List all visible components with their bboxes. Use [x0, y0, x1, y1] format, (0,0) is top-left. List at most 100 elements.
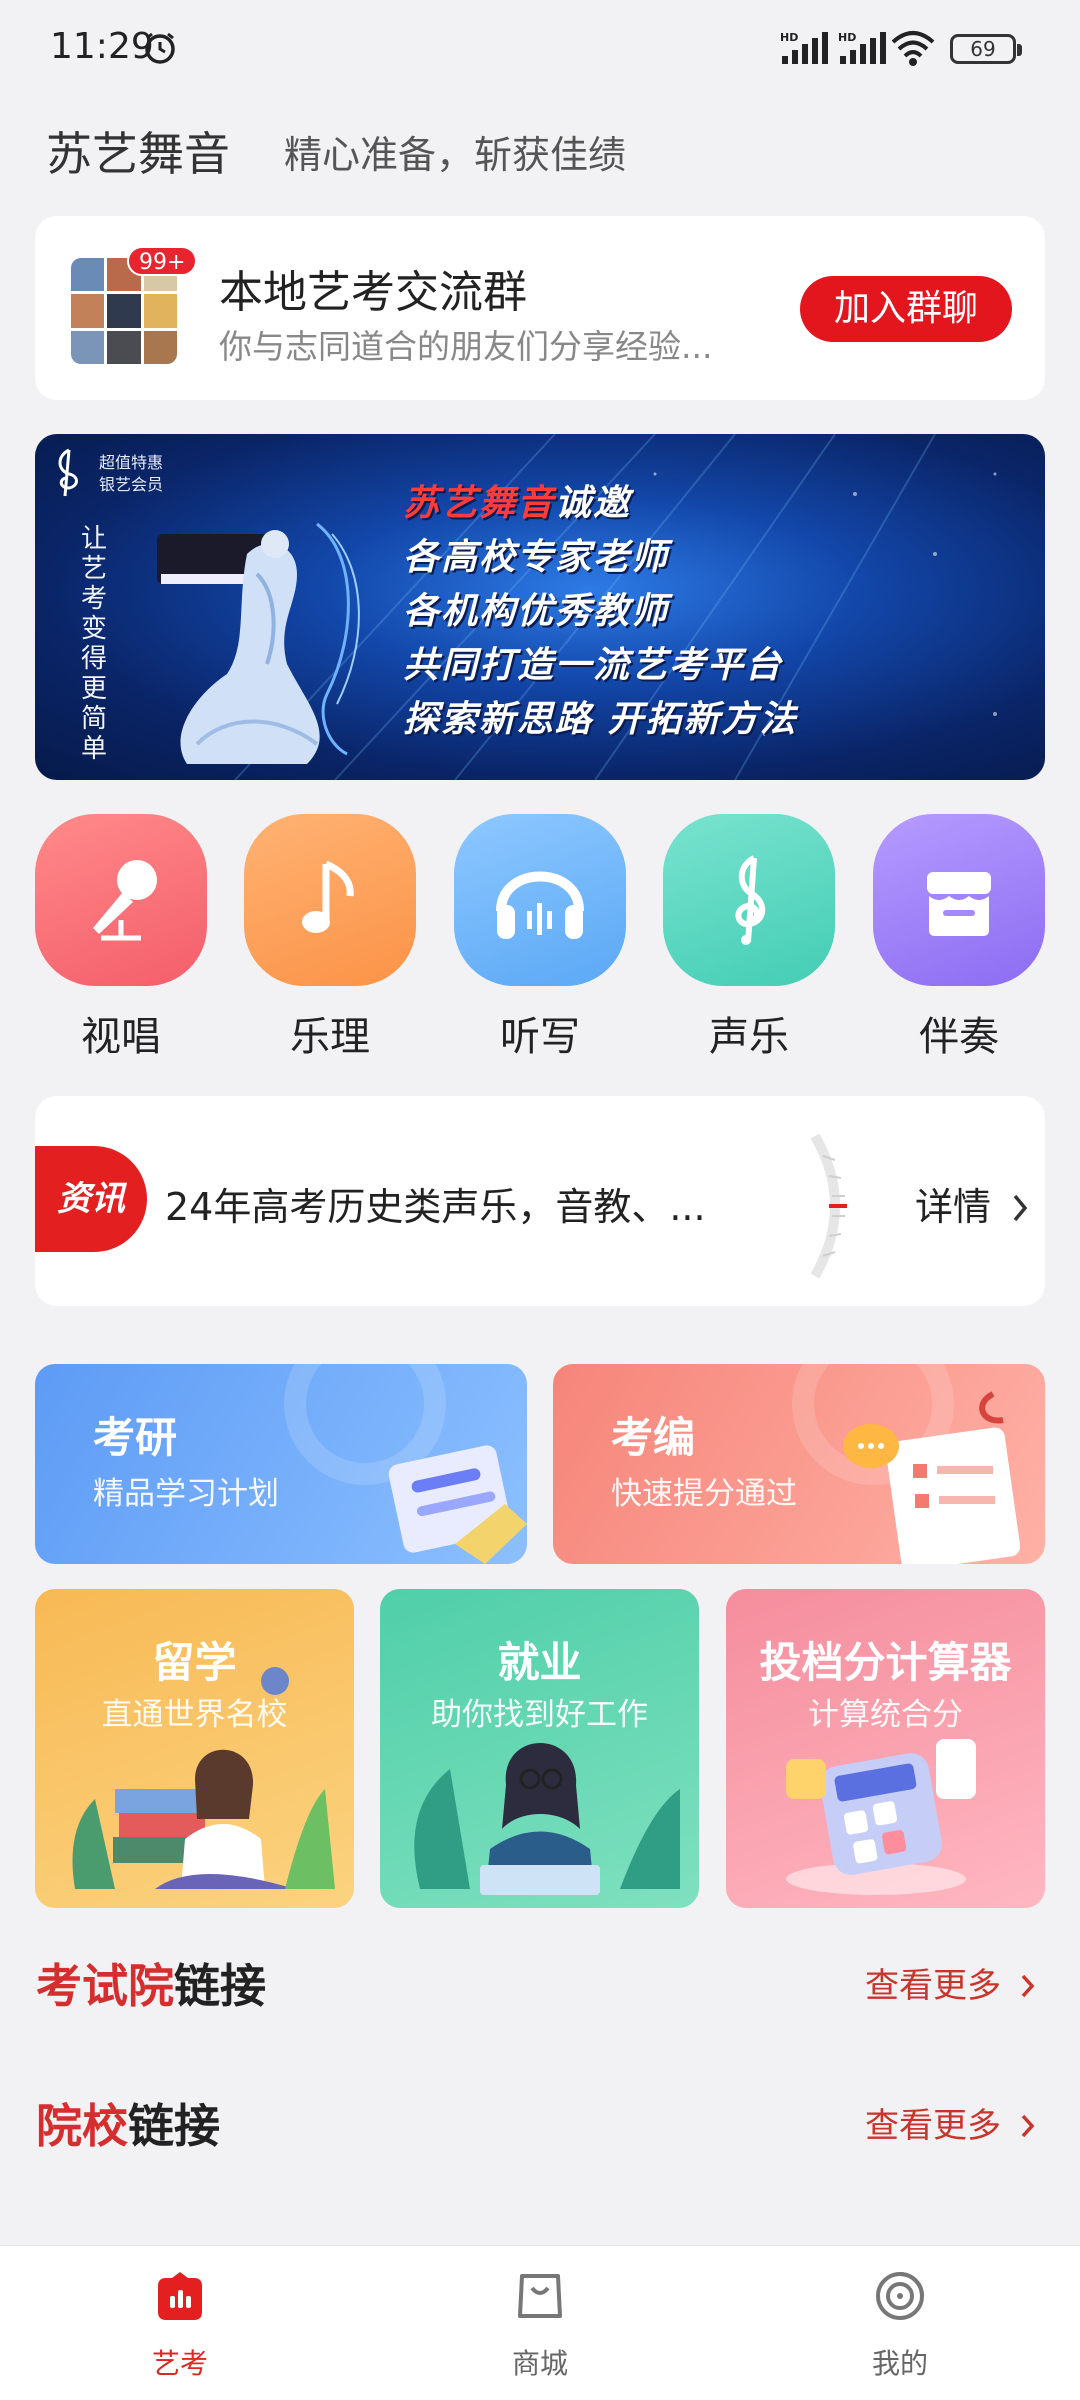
feature-icon-bg [873, 814, 1045, 986]
school-links-title: 院校链接 [36, 2090, 220, 2156]
group-subtitle: 你与志同道合的朋友们分享经验... [219, 327, 713, 366]
promo-subtitle: 快速提分通过 [611, 1476, 797, 1512]
banner-promo-line1: 超值特惠 [99, 453, 164, 472]
feature-dictation[interactable]: 听写 [454, 814, 626, 1062]
news-tag: 资讯 [35, 1146, 147, 1252]
banner-line-1: 苏艺舞音诚邀 [403, 474, 631, 526]
nav-tab-art-exam[interactable]: 艺考 [80, 2268, 280, 2382]
feature-music-theory[interactable]: 乐理 [244, 814, 416, 1062]
feature-accompaniment[interactable]: 伴奏 [873, 814, 1045, 1062]
promo-card-study-abroad[interactable]: 留学 直通世界名校 [35, 1589, 354, 1908]
title-red: 考试院 [36, 1959, 174, 2013]
alarm-icon [145, 32, 175, 64]
news-headline[interactable]: 24年高考历史类声乐，音教、... [165, 1176, 706, 1231]
microphone-icon [93, 860, 157, 941]
banner-highlight: 苏艺舞音 [403, 483, 556, 524]
vertical-char: 单 [81, 734, 108, 764]
nav-label: 我的 [871, 2347, 928, 2380]
nav-label: 商城 [511, 2347, 568, 2380]
pianist-dancer-illustration [157, 522, 360, 764]
vertical-char: 让 [81, 524, 108, 554]
group-chat-card[interactable]: 99+ 本地艺考交流群 你与志同道合的朋友们分享经验... 加入群聊 [35, 216, 1045, 400]
promo-card-civil-exam[interactable]: 考编 快速提分通过 [553, 1364, 1045, 1564]
feature-icon-bg [454, 814, 626, 986]
news-ticker-card[interactable]: 资讯 24年高考历史类声乐，音教、... 详情 [35, 1096, 1045, 1306]
news-detail-link[interactable]: 详情 [915, 1176, 1031, 1231]
promo-banner[interactable]: 超值特惠 银艺会员 让 艺 考 变 得 更 简 单 苏艺舞音诚邀 各高校专家老师… [35, 434, 1045, 780]
feature-icon-bg [35, 814, 207, 986]
signal-icon-2: HD [838, 31, 886, 64]
vertical-char: 简 [81, 704, 108, 734]
profile-disc-icon [876, 2272, 924, 2320]
banner-promo-line2: 银艺会员 [99, 475, 164, 494]
view-more-label: 查看更多 [865, 1966, 1001, 2006]
status-bar: 11:29 HD HD 69 [0, 0, 1080, 100]
wifi-icon [891, 31, 935, 66]
scroll-dial-icon [810, 1133, 847, 1279]
store-icon [927, 872, 991, 936]
promo-title: 就业 [497, 1638, 582, 1687]
feature-label: 乐理 [290, 1014, 370, 1060]
app-name: 苏艺舞音 [46, 127, 230, 181]
music-note-icon [302, 860, 354, 933]
banner-line1-rest: 诚邀 [555, 483, 632, 524]
home-icon [158, 2272, 202, 2320]
promo-subtitle: 计算统合分 [808, 1697, 963, 1733]
bottom-navigation: 艺考 商城 我的 [0, 2245, 1080, 2400]
promo-title: 留学 [152, 1638, 237, 1687]
app-slogan: 精心准备，斩获佳绩 [284, 133, 627, 177]
exam-institute-view-more[interactable]: 查看更多 [865, 1958, 1038, 2007]
chevron-right-icon [1021, 2114, 1035, 2138]
treble-clef-icon [735, 855, 766, 945]
unread-badge: 99+ [127, 246, 198, 276]
vertical-char: 考 [81, 584, 108, 614]
banner-line-2: 各高校专家老师 [403, 537, 670, 578]
school-links-view-more[interactable]: 查看更多 [865, 2098, 1038, 2147]
feature-icon-bg [244, 814, 416, 986]
news-detail-label: 详情 [915, 1185, 992, 1229]
feature-vocal[interactable]: 声乐 [663, 814, 835, 1062]
banner-line-4: 共同打造一流艺考平台 [403, 645, 784, 686]
signal-icon: HD [780, 31, 828, 64]
promo-card-postgraduate[interactable]: 考研 精品学习计划 [35, 1364, 527, 1564]
chevron-right-icon [1013, 1194, 1028, 1222]
feature-label: 视唱 [81, 1014, 161, 1060]
join-group-button[interactable]: 加入群聊 [800, 276, 1012, 342]
treble-clef-logo-icon [58, 448, 78, 497]
headphones-icon [496, 871, 584, 939]
promo-title: 考研 [93, 1413, 178, 1462]
banner-vertical-slogan: 让 艺 考 变 得 更 简 单 [81, 524, 111, 764]
vertical-char: 更 [81, 674, 108, 704]
vertical-char: 变 [81, 614, 108, 644]
battery-indicator: 69 [950, 34, 1022, 64]
promo-title: 考编 [611, 1413, 696, 1462]
banner-line-5: 探索新思路 开拓新方法 [403, 699, 798, 740]
status-time: 11:29 [50, 26, 154, 67]
vertical-char: 艺 [81, 554, 108, 584]
view-more-label: 查看更多 [865, 2106, 1001, 2146]
promo-subtitle: 直通世界名校 [101, 1697, 288, 1733]
banner-promo-tag: 超值特惠 银艺会员 [99, 452, 163, 496]
nav-tab-profile[interactable]: 我的 [800, 2268, 1000, 2382]
feature-label: 声乐 [709, 1014, 789, 1060]
feature-label: 听写 [500, 1014, 580, 1060]
exam-institute-links-title: 考试院链接 [36, 1950, 266, 2016]
promo-subtitle: 助你找到好工作 [431, 1697, 648, 1733]
nav-label: 艺考 [151, 2347, 208, 2380]
svg-text:HD: HD [780, 31, 798, 44]
banner-line-3: 各机构优秀教师 [403, 591, 670, 632]
feature-sight-singing[interactable]: 视唱 [35, 814, 207, 1062]
svg-text:HD: HD [838, 31, 856, 44]
title-red: 院校 [36, 2099, 128, 2153]
promo-title: 投档分计算器 [759, 1638, 1012, 1687]
feature-label: 伴奏 [919, 1014, 999, 1060]
feature-icon-bg [663, 814, 835, 986]
shopping-bag-icon [518, 2274, 562, 2318]
group-title: 本地艺考交流群 [219, 267, 527, 318]
chevron-right-icon [1021, 1974, 1035, 1998]
title-rest: 链接 [128, 2099, 220, 2153]
promo-card-employment[interactable]: 就业 助你找到好工作 [380, 1589, 699, 1908]
promo-subtitle: 精品学习计划 [93, 1476, 279, 1512]
promo-card-score-calculator[interactable]: 投档分计算器 计算统合分 [726, 1589, 1045, 1908]
nav-tab-mall[interactable]: 商城 [440, 2268, 640, 2382]
